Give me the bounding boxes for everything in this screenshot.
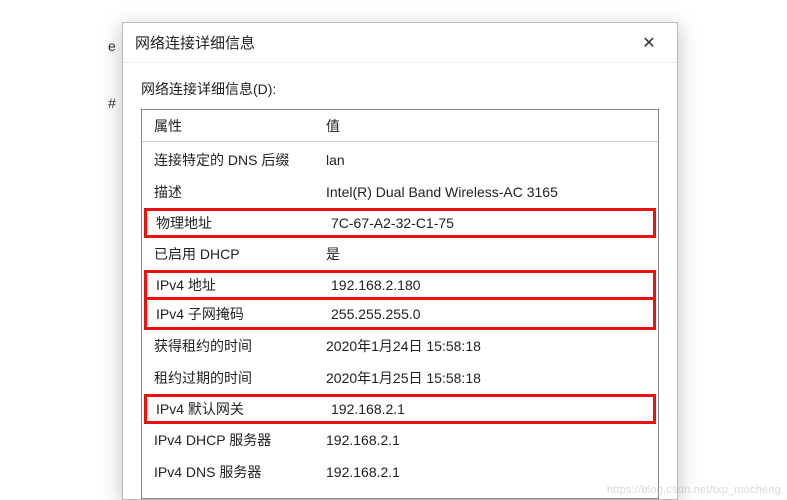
value-cell: 2020年1月24日 15:58:18 <box>322 336 658 356</box>
column-header-property[interactable]: 属性 <box>142 116 322 136</box>
close-icon: ✕ <box>642 33 655 53</box>
list-row[interactable]: IPv4 子网掩码255.255.255.0 <box>144 300 656 330</box>
property-cell: 获得租约的时间 <box>142 336 322 356</box>
list-row[interactable]: IPv4 默认网关192.168.2.1 <box>144 394 656 424</box>
bg-char-1: e <box>108 38 116 54</box>
property-cell: 已启用 DHCP <box>142 244 322 264</box>
bg-char-2: # <box>108 95 116 111</box>
list-row[interactable]: 物理地址7C-67-A2-32-C1-75 <box>144 208 656 238</box>
property-cell: IPv4 DNS 服务器 <box>142 462 322 482</box>
property-cell: IPv4 子网掩码 <box>147 304 327 324</box>
dialog-content: 网络连接详细信息(D): 属性 值 连接特定的 DNS 后缀lan描述Intel… <box>123 63 677 499</box>
list-row[interactable]: 描述Intel(R) Dual Band Wireless-AC 3165 <box>142 176 658 208</box>
value-cell: 192.168.2.1 <box>322 464 658 480</box>
network-details-dialog: 网络连接详细信息 ✕ 网络连接详细信息(D): 属性 值 连接特定的 DNS 后… <box>122 22 678 500</box>
value-cell: 192.168.2.180 <box>327 277 653 293</box>
list-header: 属性 值 <box>142 110 658 142</box>
list-row[interactable]: 连接特定的 DNS 后缀lan <box>142 144 658 176</box>
list-row[interactable]: IPv4 DNS 服务器192.168.2.1 <box>142 456 658 488</box>
value-cell: 7C-67-A2-32-C1-75 <box>327 215 653 231</box>
background: e # 网络连接详细信息 ✕ 网络连接详细信息(D): 属性 值 连接特定的 D… <box>0 0 787 500</box>
section-label: 网络连接详细信息(D): <box>141 79 659 99</box>
close-button[interactable]: ✕ <box>633 27 665 59</box>
list-body: 连接特定的 DNS 后缀lan描述Intel(R) Dual Band Wire… <box>142 142 658 488</box>
property-cell: 物理地址 <box>147 213 327 233</box>
value-cell: lan <box>322 152 658 168</box>
value-cell: Intel(R) Dual Band Wireless-AC 3165 <box>322 184 658 200</box>
value-cell: 192.168.2.1 <box>322 432 658 448</box>
dialog-title: 网络连接详细信息 <box>135 32 255 53</box>
column-header-value[interactable]: 值 <box>322 116 658 136</box>
list-row[interactable]: 获得租约的时间2020年1月24日 15:58:18 <box>142 330 658 362</box>
list-row[interactable]: 租约过期的时间2020年1月25日 15:58:18 <box>142 362 658 394</box>
value-cell: 192.168.2.1 <box>327 401 653 417</box>
property-cell: IPv4 默认网关 <box>147 399 327 419</box>
value-cell: 255.255.255.0 <box>327 306 653 322</box>
property-cell: 描述 <box>142 182 322 202</box>
list-row[interactable]: IPv4 地址192.168.2.180 <box>144 270 656 300</box>
value-cell: 2020年1月25日 15:58:18 <box>322 368 658 388</box>
property-cell: IPv4 地址 <box>147 275 327 295</box>
list-row[interactable]: IPv4 DHCP 服务器192.168.2.1 <box>142 424 658 456</box>
list-row[interactable]: 已启用 DHCP是 <box>142 238 658 270</box>
details-listbox[interactable]: 属性 值 连接特定的 DNS 后缀lan描述Intel(R) Dual Band… <box>141 109 659 499</box>
value-cell: 是 <box>322 244 658 264</box>
titlebar: 网络连接详细信息 ✕ <box>123 23 677 63</box>
property-cell: IPv4 DHCP 服务器 <box>142 430 322 450</box>
property-cell: 租约过期的时间 <box>142 368 322 388</box>
watermark: https://blog.csdn.net/txp_mocheng <box>607 484 781 496</box>
property-cell: 连接特定的 DNS 后缀 <box>142 150 322 170</box>
